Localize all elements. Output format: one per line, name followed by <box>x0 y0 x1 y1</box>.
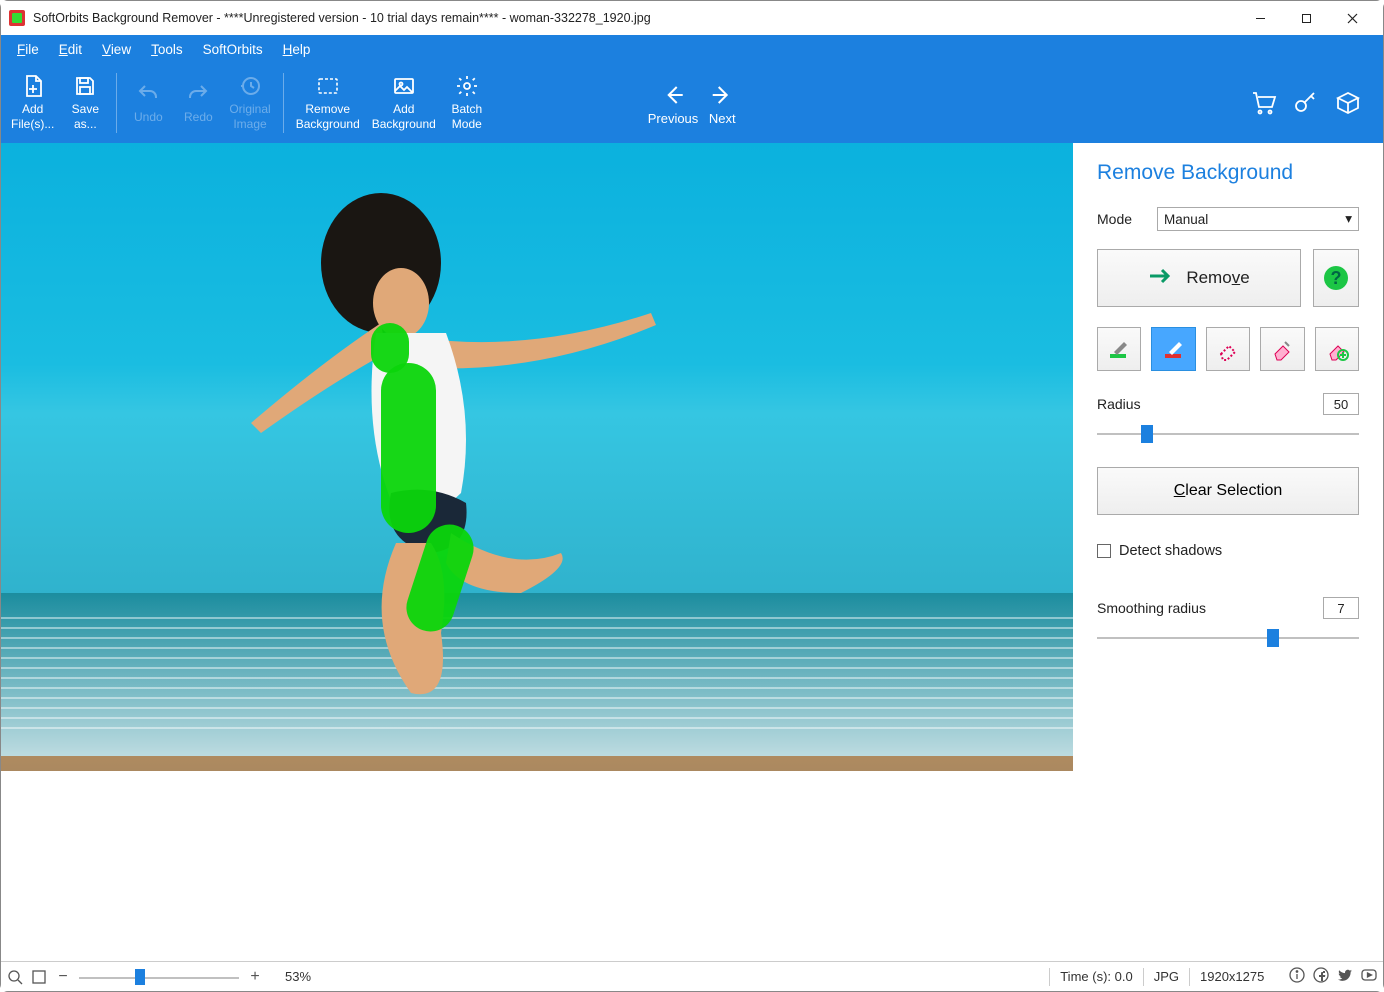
undo-button: Undo <box>123 80 173 127</box>
twitter-icon[interactable] <box>1337 967 1353 986</box>
zoom-in-button[interactable]: + <box>247 969 263 985</box>
info-icon[interactable] <box>1289 967 1305 986</box>
photo-subject <box>251 173 671 733</box>
statusbar: − + 53% Time (s): 0.0 JPG 1920x1275 <box>1 961 1383 991</box>
minimize-button[interactable] <box>1237 3 1283 33</box>
menu-edit[interactable]: Edit <box>49 38 92 61</box>
smoothing-label: Smoothing radius <box>1097 600 1206 616</box>
redo-button: Redo <box>173 80 223 127</box>
image-icon <box>392 74 416 98</box>
foreground-marker <box>381 363 436 533</box>
save-as-button[interactable]: Saveas... <box>60 72 110 134</box>
window-title: SoftOrbits Background Remover - ****Unre… <box>33 11 1237 25</box>
canvas-empty-area <box>1 771 1073 961</box>
batch-label: BatchMode <box>451 102 482 132</box>
main-area: Remove Background Mode Manual ▾ Remove ? <box>1 143 1383 961</box>
menubar: File Edit View Tools SoftOrbits Help <box>1 35 1383 63</box>
marker-green-tool[interactable] <box>1097 327 1141 371</box>
help-icon: ? <box>1322 264 1350 292</box>
previous-button[interactable]: Previous <box>648 81 699 126</box>
remove-button[interactable]: Remove <box>1097 249 1301 307</box>
arrow-left-icon <box>659 81 687 109</box>
batch-mode-button[interactable]: BatchMode <box>442 72 492 134</box>
side-panel: Remove Background Mode Manual ▾ Remove ? <box>1073 143 1383 961</box>
history-icon <box>238 74 262 98</box>
actual-size-icon[interactable] <box>31 969 47 985</box>
chevron-down-icon: ▾ <box>1345 211 1352 227</box>
detect-shadows-checkbox[interactable] <box>1097 544 1111 558</box>
svg-text:?: ? <box>1331 268 1342 288</box>
marker-red-tool[interactable] <box>1151 327 1195 371</box>
redo-label: Redo <box>184 110 213 125</box>
separator <box>283 73 284 133</box>
clear-selection-button[interactable]: Clear Selection <box>1097 467 1359 515</box>
menu-file[interactable]: File <box>7 38 49 61</box>
remove-bg-label: RemoveBackground <box>296 102 360 132</box>
canvas-area <box>1 143 1073 961</box>
titlebar: SoftOrbits Background Remover - ****Unre… <box>1 1 1383 35</box>
menu-softorbits[interactable]: SoftOrbits <box>193 38 273 61</box>
remove-bg-icon <box>316 74 340 98</box>
zoom-percent: 53% <box>285 969 311 984</box>
facebook-icon[interactable] <box>1313 967 1329 986</box>
cart-icon[interactable] <box>1251 90 1277 116</box>
mode-value: Manual <box>1164 212 1208 227</box>
undo-label: Undo <box>134 110 163 125</box>
menu-tools[interactable]: Tools <box>141 38 193 61</box>
previous-label: Previous <box>648 111 699 126</box>
quick-select-tool[interactable] <box>1260 327 1304 371</box>
key-icon[interactable] <box>1293 90 1319 116</box>
save-as-label: Saveas... <box>72 102 99 132</box>
add-files-button[interactable]: AddFile(s)... <box>5 72 60 134</box>
radius-value[interactable]: 50 <box>1323 393 1359 415</box>
add-files-label: AddFile(s)... <box>11 102 54 132</box>
menu-help[interactable]: Help <box>273 38 321 61</box>
youtube-icon[interactable] <box>1361 967 1377 986</box>
toolbar: AddFile(s)... Saveas... Undo Redo Origin… <box>1 63 1383 143</box>
box-icon[interactable] <box>1335 90 1361 116</box>
original-image-button: OriginalImage <box>223 72 276 134</box>
panel-title: Remove Background <box>1097 161 1359 185</box>
help-button[interactable]: ? <box>1313 249 1359 307</box>
next-button[interactable]: Next <box>708 81 736 126</box>
mode-select[interactable]: Manual ▾ <box>1157 207 1359 231</box>
undo-icon <box>136 82 160 106</box>
zoom-out-button[interactable]: − <box>55 969 71 985</box>
add-file-icon <box>21 74 45 98</box>
refine-tool[interactable] <box>1315 327 1359 371</box>
status-time: Time (s): 0.0 <box>1049 968 1142 986</box>
add-background-button[interactable]: AddBackground <box>366 72 442 134</box>
status-dimensions: 1920x1275 <box>1189 968 1279 986</box>
separator <box>116 73 117 133</box>
next-label: Next <box>709 111 736 126</box>
smoothing-slider[interactable] <box>1097 627 1359 647</box>
image-view[interactable] <box>1 143 1073 961</box>
eraser-tool[interactable] <box>1206 327 1250 371</box>
smoothing-value[interactable]: 7 <box>1323 597 1359 619</box>
fit-window-icon[interactable] <box>7 969 23 985</box>
status-format: JPG <box>1143 968 1189 986</box>
zoom-slider[interactable] <box>79 968 239 986</box>
maximize-button[interactable] <box>1283 3 1329 33</box>
mode-label: Mode <box>1097 211 1157 227</box>
detect-shadows-label: Detect shadows <box>1119 543 1222 559</box>
remove-background-button[interactable]: RemoveBackground <box>290 72 366 134</box>
save-icon <box>73 74 97 98</box>
radius-label: Radius <box>1097 396 1141 412</box>
gear-icon <box>455 74 479 98</box>
arrow-right-icon <box>708 81 736 109</box>
app-icon <box>9 10 25 26</box>
menu-view[interactable]: View <box>92 38 141 61</box>
arrow-right-icon <box>1148 267 1174 290</box>
remove-label: Remove <box>1186 268 1249 288</box>
add-bg-label: AddBackground <box>372 102 436 132</box>
original-label: OriginalImage <box>229 102 270 132</box>
redo-icon <box>186 82 210 106</box>
close-button[interactable] <box>1329 3 1375 33</box>
radius-slider[interactable] <box>1097 423 1359 443</box>
